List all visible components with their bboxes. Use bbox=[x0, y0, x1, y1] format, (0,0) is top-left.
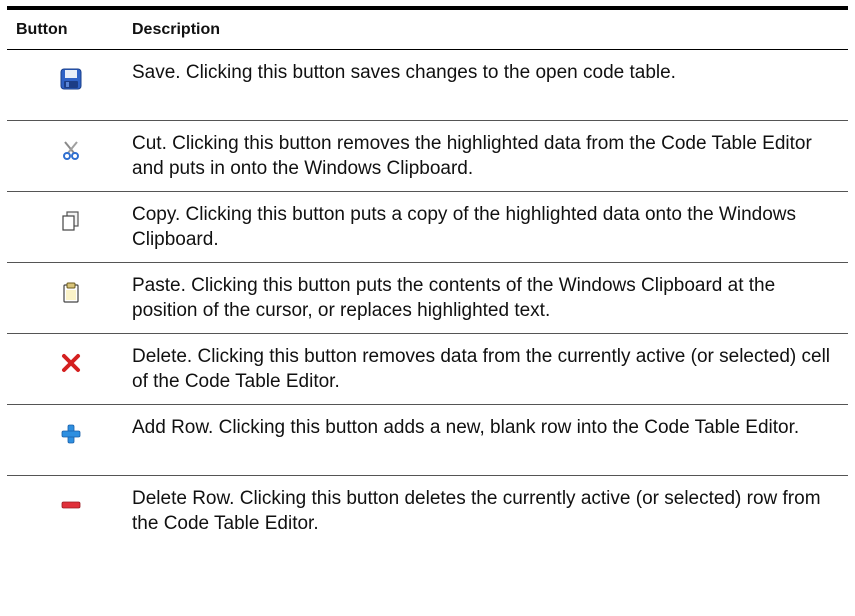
button-cell bbox=[7, 131, 123, 163]
copy-icon bbox=[58, 208, 84, 234]
table-header: Button Description bbox=[7, 10, 848, 50]
row-description: Cut. Clicking this button removes the hi… bbox=[132, 133, 812, 179]
add-row-icon bbox=[58, 421, 84, 447]
button-cell bbox=[7, 273, 123, 305]
button-cell bbox=[7, 344, 123, 376]
table-row: Delete Row. Clicking this button deletes… bbox=[7, 476, 848, 547]
delete-icon bbox=[58, 350, 84, 376]
button-cell bbox=[7, 486, 123, 518]
row-description: Save. Clicking this button saves changes… bbox=[132, 62, 676, 83]
button-cell bbox=[7, 60, 123, 92]
button-description-table: Button Description Save. Clicking this b… bbox=[7, 6, 848, 547]
row-description: Delete Row. Clicking this button deletes… bbox=[132, 488, 821, 534]
header-button: Button bbox=[16, 20, 68, 38]
delete-row-icon bbox=[58, 492, 84, 518]
button-cell bbox=[7, 202, 123, 234]
table-row: Cut. Clicking this button removes the hi… bbox=[7, 121, 848, 192]
button-cell bbox=[7, 415, 123, 447]
row-description: Delete. Clicking this button removes dat… bbox=[132, 346, 831, 392]
save-icon bbox=[58, 66, 84, 92]
table-row: Copy. Clicking this button puts a copy o… bbox=[7, 192, 848, 263]
table-row: Save. Clicking this button saves changes… bbox=[7, 50, 848, 121]
table-row: Delete. Clicking this button removes dat… bbox=[7, 334, 848, 405]
row-description: Add Row. Clicking this button adds a new… bbox=[132, 417, 800, 438]
header-description: Description bbox=[132, 20, 221, 38]
cut-icon bbox=[58, 137, 84, 163]
paste-icon bbox=[58, 279, 84, 305]
row-description: Paste. Clicking this button puts the con… bbox=[132, 275, 776, 321]
table-row: Paste. Clicking this button puts the con… bbox=[7, 263, 848, 334]
table-row: Add Row. Clicking this button adds a new… bbox=[7, 405, 848, 476]
row-description: Copy. Clicking this button puts a copy o… bbox=[132, 204, 796, 250]
